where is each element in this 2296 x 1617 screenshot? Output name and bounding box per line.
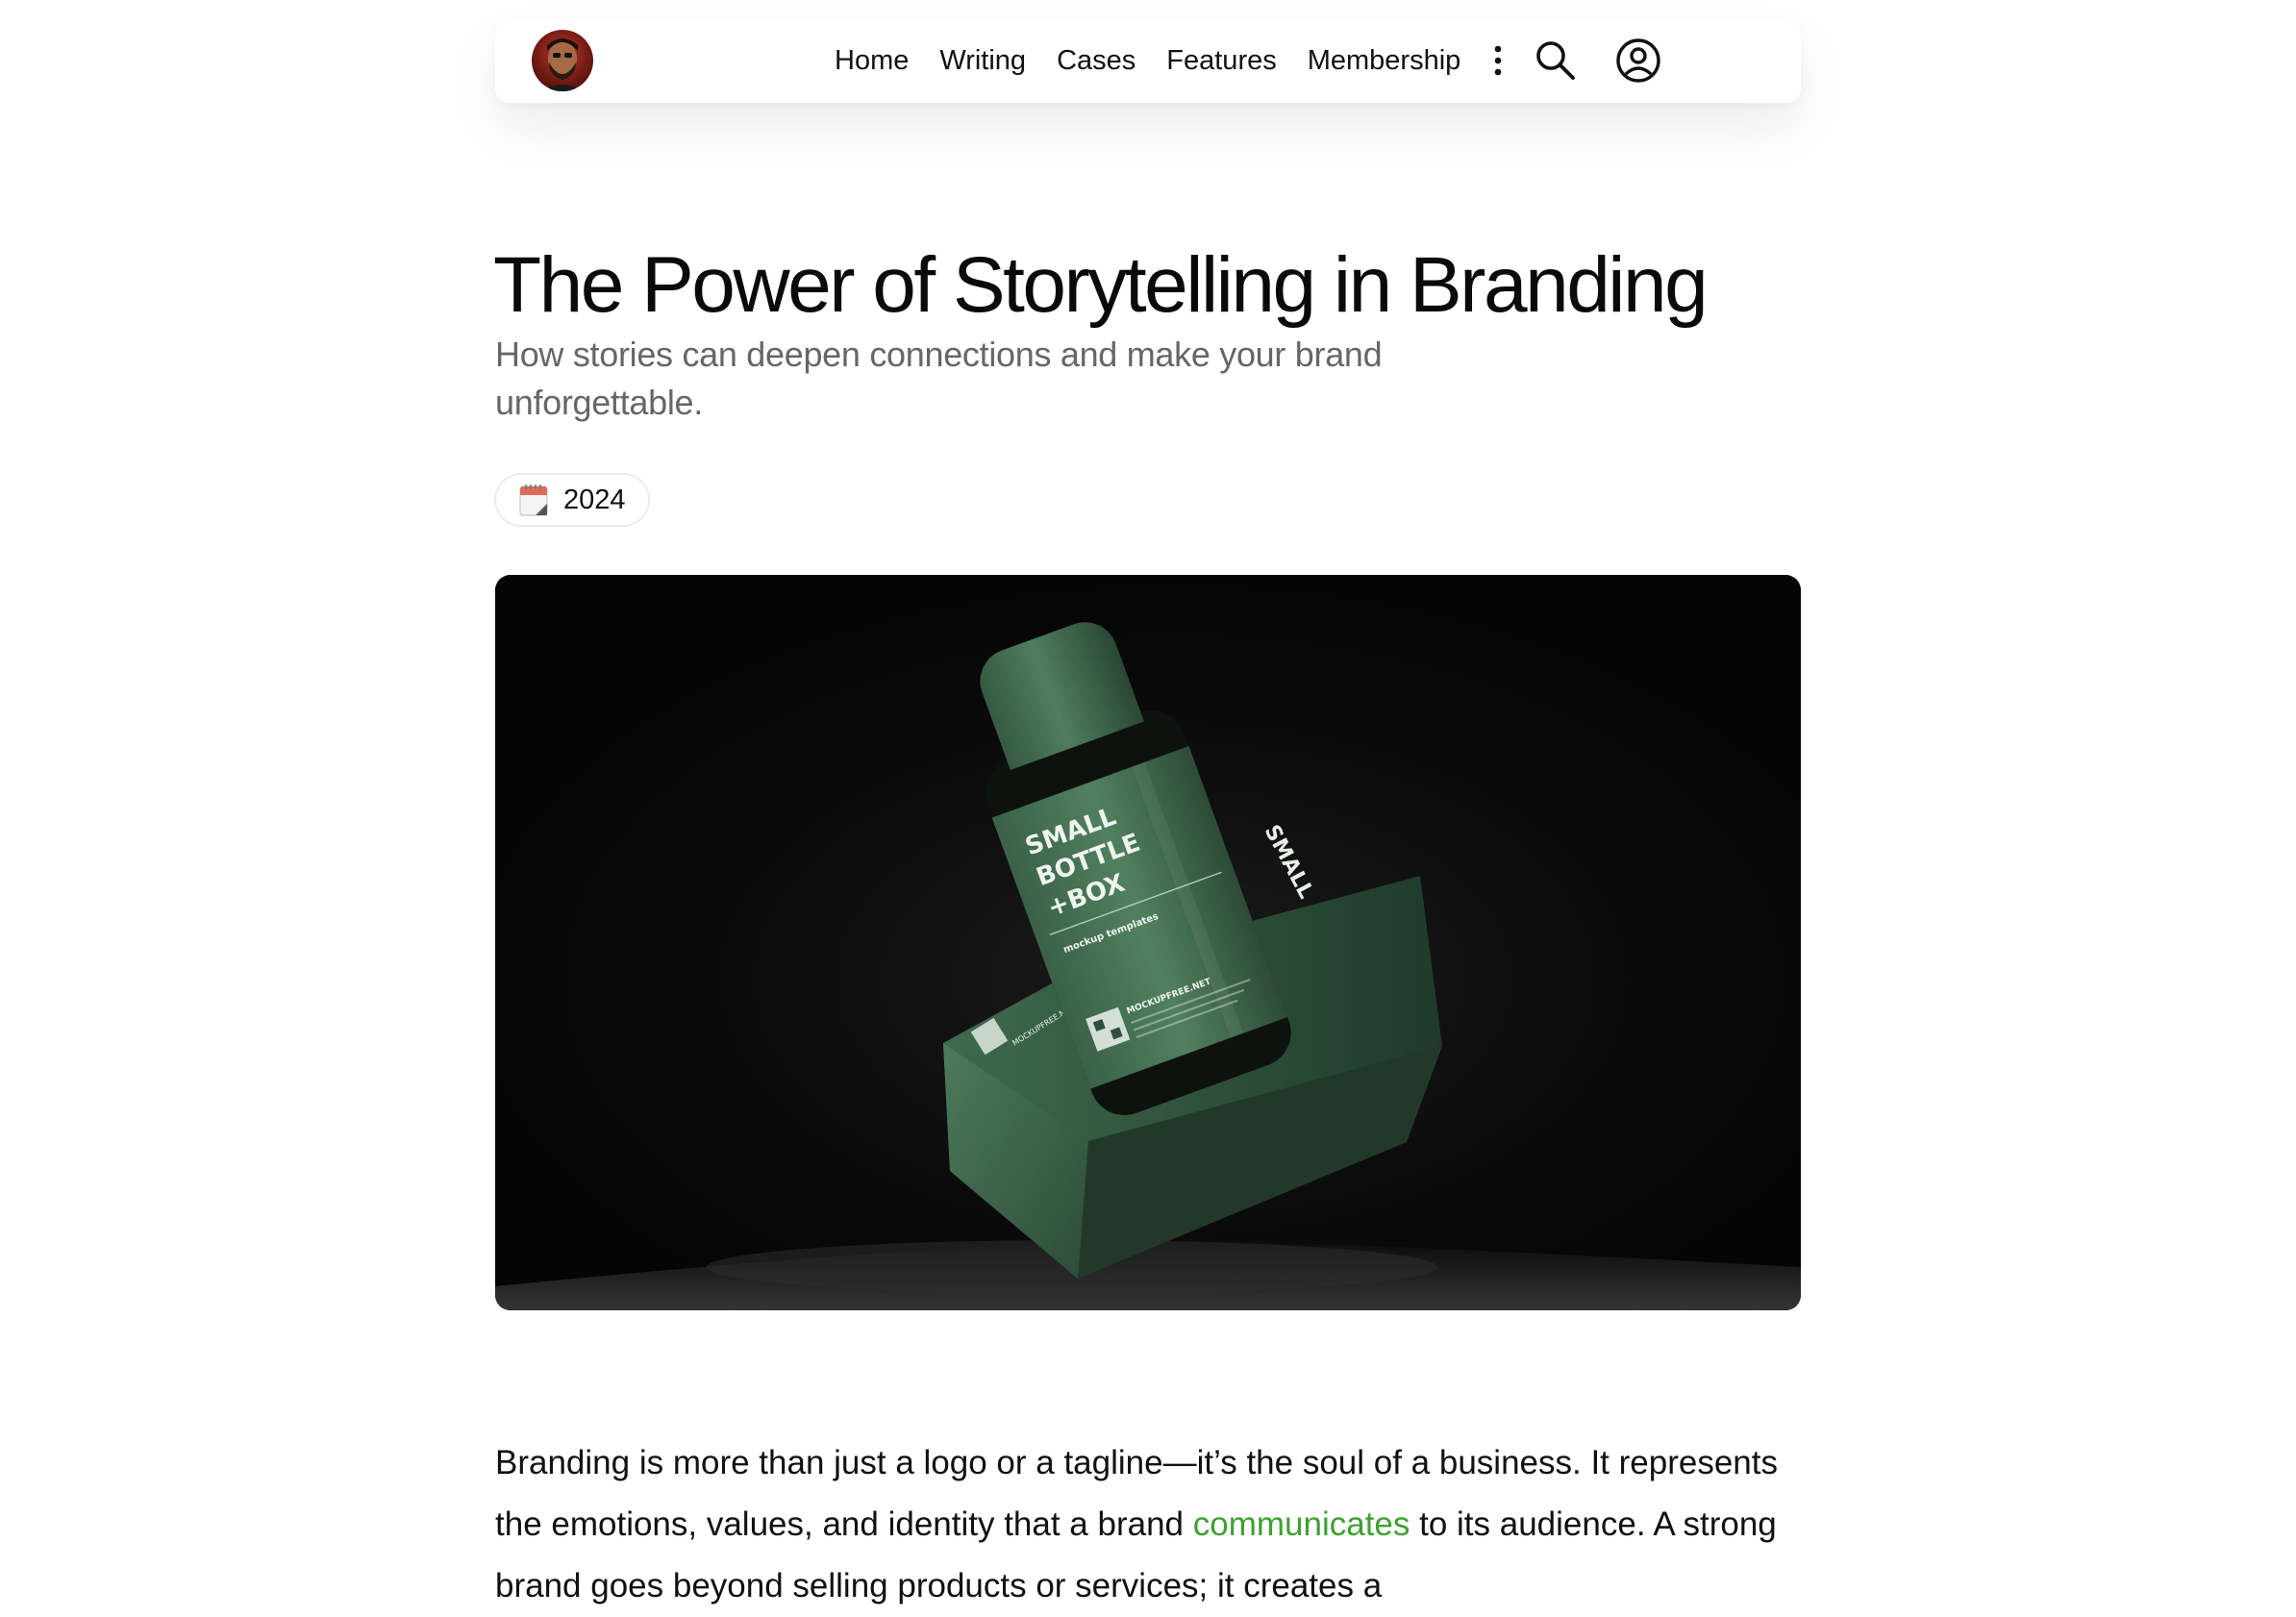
nav-item-membership[interactable]: Membership xyxy=(1308,45,1461,77)
article-subtitle: How stories can deepen connections and m… xyxy=(495,335,1383,422)
article-body-paragraph: Branding is more than just a logo or a t… xyxy=(495,1432,1803,1617)
main-nav: Home Writing Cases Features Membership xyxy=(835,19,1460,103)
account-button[interactable] xyxy=(1614,37,1662,85)
avatar[interactable] xyxy=(532,30,593,91)
nav-item-features[interactable]: Features xyxy=(1166,45,1276,77)
article-title: The Power of Storytelling in Branding xyxy=(493,241,1709,329)
year-label: 2024 xyxy=(563,484,626,515)
hero-image: MOCKUPFREE.NET SMALL SMALL BOTTLE +BOX m… xyxy=(495,575,1801,1310)
site-header: Home Writing Cases Features Membership xyxy=(495,19,1801,103)
more-menu-button[interactable] xyxy=(1474,37,1522,85)
nav-item-cases[interactable]: Cases xyxy=(1057,45,1136,77)
calendar-icon xyxy=(519,485,548,516)
avatar-image xyxy=(532,30,593,91)
search-icon xyxy=(1536,41,1575,80)
nav-item-home[interactable]: Home xyxy=(835,45,909,77)
user-account-icon xyxy=(1616,38,1660,83)
more-vertical-icon xyxy=(1494,45,1502,76)
nav-item-writing[interactable]: Writing xyxy=(939,45,1026,77)
search-button[interactable] xyxy=(1532,37,1580,85)
year-badge: 2024 xyxy=(494,473,650,527)
communicates-link[interactable]: communicates xyxy=(1193,1505,1410,1543)
product-mockup-illustration: MOCKUPFREE.NET SMALL SMALL BOTTLE +BOX m… xyxy=(495,575,1801,1310)
